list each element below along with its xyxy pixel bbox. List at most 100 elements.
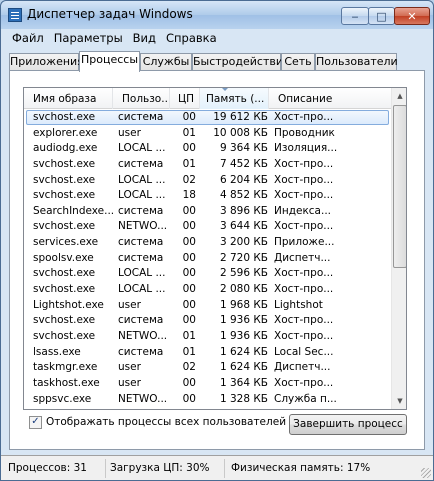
process-row[interactable]: svchost.exe NETWO... 01 1 936 КБ Хост-про... xyxy=(24,329,391,345)
tab-applications[interactable]: Приложения xyxy=(9,53,84,71)
column-header: Имя образа Пользо... ЦП Память (... Опис… xyxy=(24,88,391,109)
process-cpu: 00 xyxy=(182,236,196,249)
process-memory: 3 200 КБ xyxy=(219,236,268,249)
process-user: система xyxy=(118,111,164,123)
tab-processes[interactable]: Процессы xyxy=(79,51,140,72)
process-user: система xyxy=(118,157,164,170)
process-memory: 1 936 КБ xyxy=(219,329,268,342)
process-cpu: 01 xyxy=(182,329,196,342)
process-description: Хост-про... xyxy=(274,173,334,186)
process-image-name: lsass.exe xyxy=(33,345,81,358)
task-manager-icon xyxy=(8,8,22,22)
menu-file[interactable]: Файл xyxy=(7,30,49,48)
process-row[interactable]: svchost.exe LOCAL ... 02 6 204 КБ Хост-про..… xyxy=(24,173,391,189)
menu-options[interactable]: Параметры xyxy=(49,30,128,48)
process-list[interactable]: Имя образа Пользо... ЦП Память (... Опис… xyxy=(23,87,407,410)
process-description: Хост-про... xyxy=(274,220,334,233)
process-row[interactable]: spoolsv.exe система 00 2 720 КБ Диспетч... xyxy=(24,251,391,267)
process-image-name: spoolsv.exe xyxy=(33,251,94,264)
process-row[interactable]: svchost.exe LOCAL ... 00 2 596 КБ Хост-про..… xyxy=(24,266,391,282)
column-image-name[interactable]: Имя образа xyxy=(24,88,113,109)
process-memory: 1 624 КБ xyxy=(219,361,268,374)
process-row[interactable]: explorer.exe user 01 10 008 КБ Проводник xyxy=(24,126,391,142)
process-description: Диспетч... xyxy=(274,251,331,264)
process-memory: 2 720 КБ xyxy=(219,251,268,264)
process-row[interactable]: svchost.exe система 00 1 936 КБ Хост-про... xyxy=(24,313,391,329)
status-process-count: Процессов: 31 xyxy=(3,459,106,478)
process-description: Хост-про... xyxy=(274,376,334,389)
vertical-scrollbar[interactable]: ▲ ▼ xyxy=(391,88,406,409)
column-user[interactable]: Пользо... xyxy=(113,88,170,109)
column-description[interactable]: Описание xyxy=(269,88,391,109)
scroll-down-icon[interactable]: ▼ xyxy=(392,393,406,409)
process-memory: 1 968 КБ xyxy=(219,298,268,311)
tab-performance[interactable]: Быстродействие xyxy=(192,53,290,71)
process-memory: 9 364 КБ xyxy=(219,142,268,155)
show-all-users-option[interactable]: ✓ Отображать процессы всех пользователей xyxy=(29,415,286,429)
tab-services[interactable]: Службы xyxy=(140,53,192,71)
process-row[interactable]: taskhost.exe user 00 1 364 КБ Хост-про... xyxy=(24,376,391,392)
process-row[interactable]: services.exe система 00 3 200 КБ Приложе... xyxy=(24,235,391,251)
process-row[interactable]: svchost.exe NETWO... 00 3 644 КБ Хост-про... xyxy=(24,219,391,235)
scroll-thumb[interactable] xyxy=(393,105,406,268)
title-bar[interactable]: Диспетчер задач Windows ‒ □ ✕ xyxy=(1,1,433,29)
maximize-button[interactable]: □ xyxy=(368,7,395,25)
process-row[interactable]: Lightshot.exe user 00 1 968 КБ Lightshot xyxy=(24,298,391,314)
status-cpu-usage: Загрузка ЦП: 30% xyxy=(105,459,225,478)
close-button[interactable]: ✕ xyxy=(394,7,430,25)
process-image-name: svchost.exe xyxy=(33,314,96,327)
process-image-name: svchost.exe xyxy=(33,111,96,123)
process-row[interactable]: svchost.exe LOCAL ... 00 2 080 КБ Хост-про..… xyxy=(24,282,391,298)
process-memory: 3 896 КБ xyxy=(219,204,268,217)
process-cpu: 00 xyxy=(182,283,196,296)
menu-view[interactable]: Вид xyxy=(128,30,161,48)
process-memory: 10 008 КБ xyxy=(213,126,268,139)
checkmark-icon: ✓ xyxy=(31,416,40,427)
process-memory: 3 644 КБ xyxy=(219,220,268,233)
process-image-name: svchost.exe xyxy=(33,189,96,202)
process-row[interactable]: sppsvc.exe NETWO... 00 1 328 КБ Служба п... xyxy=(24,392,391,408)
process-row[interactable]: SearchIndexe... система 00 3 896 КБ Индекса.… xyxy=(24,204,391,220)
resize-grip[interactable] xyxy=(421,468,431,478)
process-row[interactable]: svchost.exe LOCAL ... 18 4 852 КБ Хост-про..… xyxy=(24,188,391,204)
process-image-name: taskmgr.exe xyxy=(33,361,98,374)
menu-help[interactable]: Справка xyxy=(161,30,222,48)
scroll-up-icon[interactable]: ▲ xyxy=(392,88,406,104)
process-cpu: 00 xyxy=(182,392,196,405)
process-user: LOCAL ... xyxy=(118,142,166,155)
process-row[interactable]: lsass.exe система 01 1 624 КБ Local Sec... xyxy=(24,345,391,361)
process-image-name: svchost.exe xyxy=(33,267,96,280)
process-memory: 7 452 КБ xyxy=(219,157,268,170)
column-cpu[interactable]: ЦП xyxy=(170,88,200,109)
process-cpu: 18 xyxy=(182,189,196,202)
show-all-users-checkbox[interactable]: ✓ xyxy=(29,415,42,429)
process-user: NETWO... xyxy=(118,220,168,233)
process-row[interactable]: svchost.exe система 01 7 452 КБ Хост-про... xyxy=(24,157,391,173)
process-cpu: 01 xyxy=(182,126,196,139)
process-user: система xyxy=(118,236,164,249)
process-cpu: 01 xyxy=(182,157,196,170)
end-process-button[interactable]: Завершить процесс xyxy=(289,414,407,435)
process-description: Хост-про... xyxy=(274,111,334,123)
process-description: Lightshot xyxy=(274,298,323,311)
process-image-name: taskhost.exe xyxy=(33,376,100,389)
menu-bar: Файл Параметры Вид Справка xyxy=(7,30,222,48)
process-row[interactable]: taskmgr.exe user 02 1 624 КБ Диспетч... xyxy=(24,360,391,376)
process-memory: 1 364 КБ xyxy=(219,376,268,389)
process-row[interactable]: svchost.exe система 00 19 612 КБ Хост-про... xyxy=(24,110,391,126)
tab-network[interactable]: Сеть xyxy=(281,53,315,71)
process-cpu: 00 xyxy=(182,267,196,280)
process-memory: 1 936 КБ xyxy=(219,314,268,327)
process-user: NETWO... xyxy=(118,329,168,342)
process-cpu: 02 xyxy=(182,173,196,186)
process-user: LOCAL ... xyxy=(118,267,166,280)
minimize-button[interactable]: ‒ xyxy=(341,7,369,25)
status-bar: Процессов: 31 Загрузка ЦП: 30% Физическа… xyxy=(1,455,433,480)
process-cpu: 02 xyxy=(182,361,196,374)
process-user: user xyxy=(118,376,141,389)
tab-users[interactable]: Пользователи xyxy=(315,53,398,71)
show-all-users-label[interactable]: Отображать процессы всех пользователей xyxy=(46,416,286,428)
column-memory[interactable]: Память (... xyxy=(200,88,269,109)
process-user: user xyxy=(118,298,141,311)
process-row[interactable]: audiodg.exe LOCAL ... 00 9 364 КБ Изоляция..… xyxy=(24,141,391,157)
